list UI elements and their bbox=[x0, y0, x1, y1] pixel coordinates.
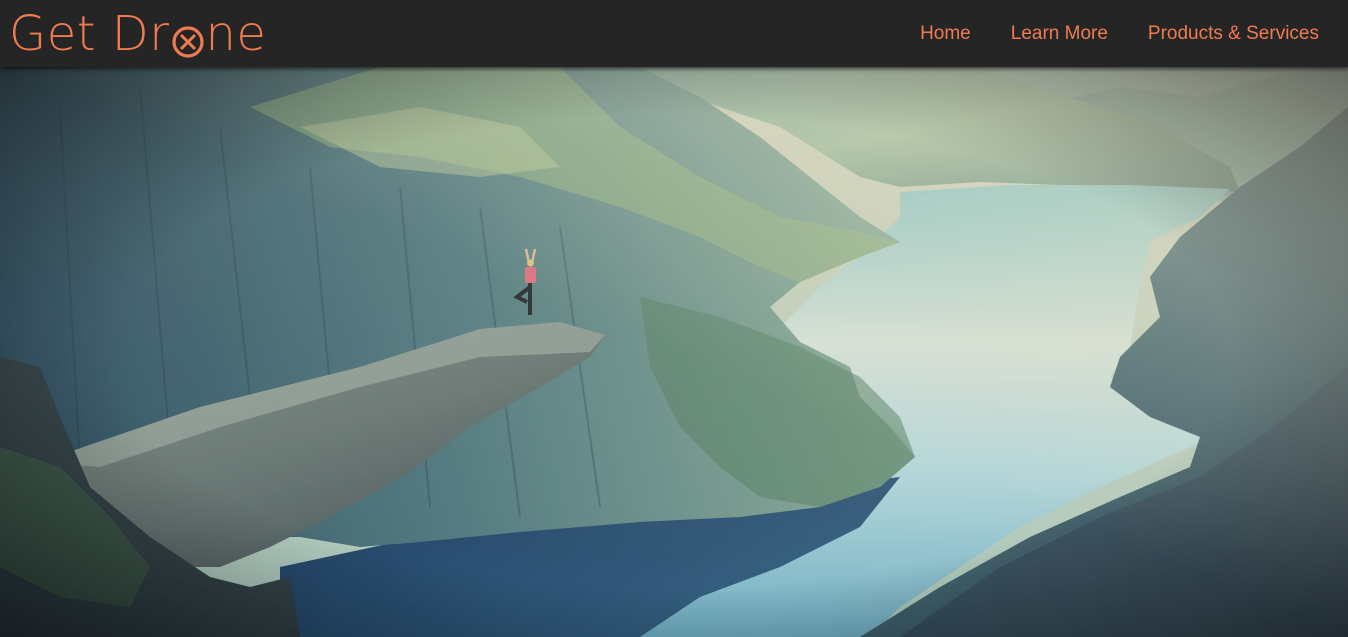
drone-rotor-icon bbox=[171, 19, 205, 58]
nav-learn-more-link[interactable]: Learn More bbox=[1011, 23, 1108, 45]
nav-home-link[interactable]: Home bbox=[920, 23, 971, 45]
main-nav: Home Learn More Products & Services bbox=[920, 0, 1319, 67]
brand-logo[interactable]: Get Dr ne bbox=[9, 6, 266, 62]
brand-text-end: ne bbox=[205, 6, 267, 62]
brand-text-start: Get Dr bbox=[9, 6, 170, 62]
nav-products-services-link[interactable]: Products & Services bbox=[1148, 23, 1319, 45]
hero-image bbox=[0, 67, 1348, 637]
top-navbar: Get Dr ne Home Learn More Products & Ser… bbox=[0, 0, 1348, 67]
hero-landscape-illustration bbox=[0, 67, 1348, 637]
